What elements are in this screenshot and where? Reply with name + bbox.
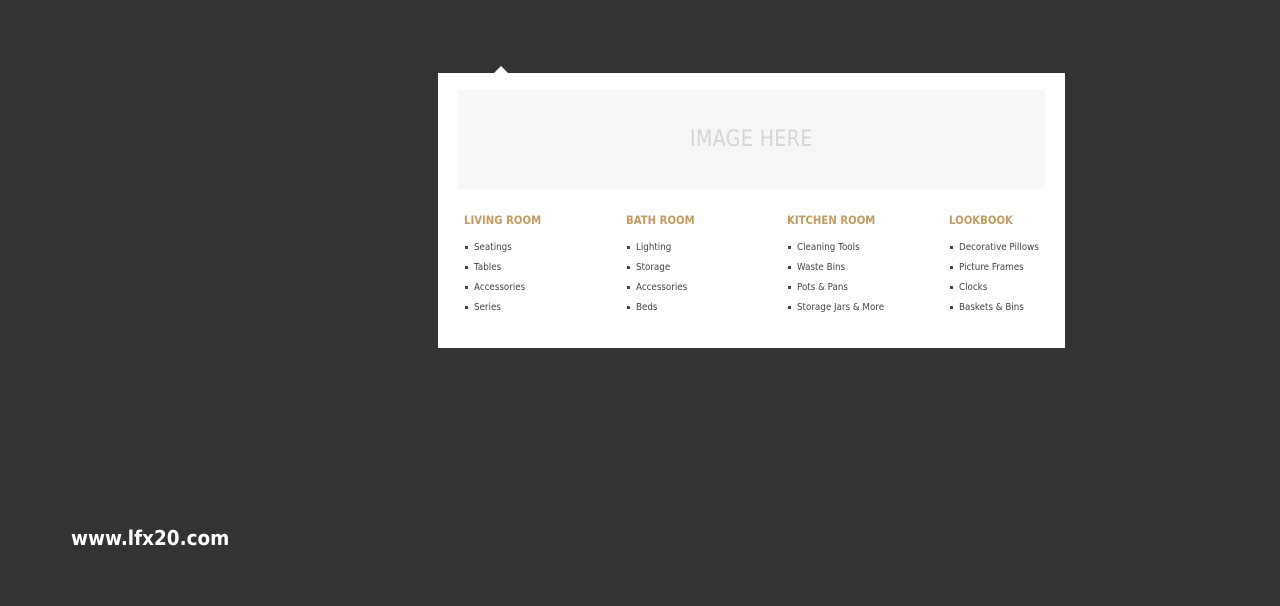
menu-column-living-room: LIVING ROOM Seatings Tables Accessories … xyxy=(464,213,614,321)
menu-item-clocks[interactable]: Clocks xyxy=(949,281,1099,301)
menu-item-picture-frames[interactable]: Picture Frames xyxy=(949,261,1099,281)
menu-columns: LIVING ROOM Seatings Tables Accessories … xyxy=(464,213,1054,323)
column-list-kitchen-room: Cleaning Tools Waste Bins Pots & Pans St… xyxy=(787,241,937,321)
menu-item-tables[interactable]: Tables xyxy=(464,261,614,281)
mega-menu-dropdown: IMAGE HERE LIVING ROOM Seatings Tables A… xyxy=(438,73,1065,348)
watermark-text: www.lfx20.com xyxy=(71,526,230,550)
column-list-living-room: Seatings Tables Accessories Series xyxy=(464,241,614,321)
menu-item-pots-pans[interactable]: Pots & Pans xyxy=(787,281,937,301)
column-heading-bath-room[interactable]: BATH ROOM xyxy=(626,213,758,227)
menu-item-accessories[interactable]: Accessories xyxy=(626,281,776,301)
menu-item-storage[interactable]: Storage xyxy=(626,261,776,281)
menu-item-storage-jars[interactable]: Storage Jars & More xyxy=(787,301,937,321)
column-list-bath-room: Lighting Storage Accessories Beds xyxy=(626,241,776,321)
menu-item-lighting[interactable]: Lighting xyxy=(626,241,776,261)
column-heading-living-room[interactable]: LIVING ROOM xyxy=(464,213,596,227)
menu-item-baskets-bins[interactable]: Baskets & Bins xyxy=(949,301,1099,321)
menu-column-bath-room: BATH ROOM Lighting Storage Accessories B… xyxy=(626,213,776,321)
menu-item-accessories[interactable]: Accessories xyxy=(464,281,614,301)
menu-column-kitchen-room: KITCHEN ROOM Cleaning Tools Waste Bins P… xyxy=(787,213,937,321)
image-placeholder: IMAGE HERE xyxy=(458,90,1045,189)
menu-item-beds[interactable]: Beds xyxy=(626,301,776,321)
column-heading-kitchen-room[interactable]: KITCHEN ROOM xyxy=(787,213,919,227)
menu-item-waste-bins[interactable]: Waste Bins xyxy=(787,261,937,281)
menu-item-series[interactable]: Series xyxy=(464,301,614,321)
menu-item-seatings[interactable]: Seatings xyxy=(464,241,614,261)
column-list-lookbook: Decorative Pillows Picture Frames Clocks… xyxy=(949,241,1099,321)
menu-item-cleaning-tools[interactable]: Cleaning Tools xyxy=(787,241,937,261)
column-heading-lookbook[interactable]: LOOKBOOK xyxy=(949,213,1081,227)
dropdown-caret xyxy=(494,66,508,73)
menu-column-lookbook: LOOKBOOK Decorative Pillows Picture Fram… xyxy=(949,213,1099,321)
menu-item-decorative-pillows[interactable]: Decorative Pillows xyxy=(949,241,1099,261)
image-placeholder-label: IMAGE HERE xyxy=(690,127,813,152)
